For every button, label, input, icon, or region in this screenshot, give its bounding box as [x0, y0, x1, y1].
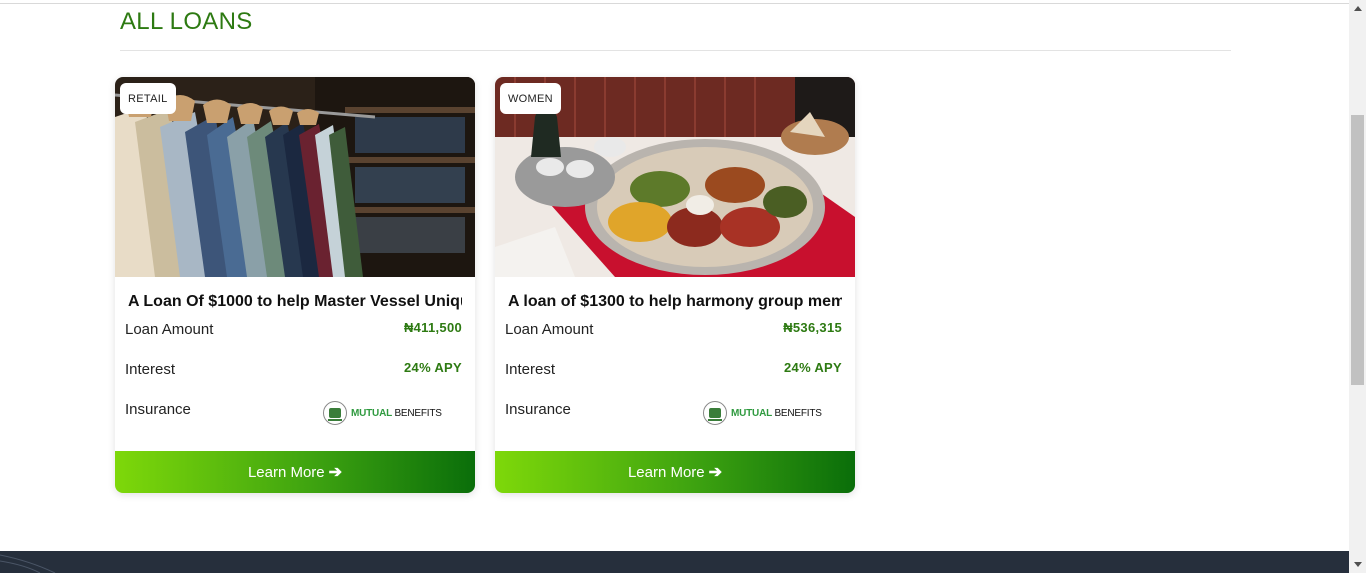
insurance-label: Insurance [505, 401, 571, 418]
arrow-right-icon: ➔ [708, 464, 723, 481]
insurer-name-secondary: BENEFITS [394, 407, 442, 419]
interest-value: 24% APY [784, 360, 842, 375]
section-divider [120, 50, 1231, 51]
vertical-scrollbar[interactable] [1349, 0, 1366, 573]
interest-label: Interest [505, 361, 556, 378]
top-divider [0, 0, 1349, 4]
scrollbar-thumb[interactable] [1351, 115, 1364, 385]
interest-value: 24% APY [404, 360, 462, 375]
learn-more-button[interactable]: Learn More ➔ [495, 451, 855, 493]
insurer-name: MUTUAL BENEFITS [731, 408, 822, 419]
loan-card[interactable]: RETAIL A Loan Of $1000 to help Master Ve… [115, 77, 475, 493]
arrow-right-icon: ➔ [328, 464, 343, 481]
mutual-benefits-emblem-icon [703, 401, 727, 425]
category-tag: WOMEN [500, 83, 561, 114]
insurer-logo: MUTUAL BENEFITS [323, 400, 442, 426]
section-title: ALL LOANS [120, 8, 253, 35]
learn-more-button[interactable]: Learn More ➔ [115, 451, 475, 493]
loan-title[interactable]: A Loan Of $1000 to help Master Vessel Un… [128, 293, 462, 311]
footer [0, 551, 1349, 573]
insurance-label: Insurance [125, 401, 191, 418]
category-tag: RETAIL [120, 83, 176, 114]
insurer-name-secondary: BENEFITS [774, 407, 822, 419]
loan-amount-value: ₦536,315 [783, 320, 842, 335]
learn-more-label: Learn More [627, 463, 705, 481]
footer-decoration [0, 554, 56, 573]
loan-card[interactable]: WOMEN A loan of $1300 to help harmony gr… [495, 77, 855, 493]
insurer-name-primary: MUTUAL [731, 407, 772, 419]
loan-title[interactable]: A loan of $1300 to help harmony group me… [508, 293, 842, 311]
scroll-up-arrow-icon[interactable] [1349, 0, 1366, 17]
learn-more-label: Learn More [247, 463, 325, 481]
loan-amount-label: Loan Amount [125, 321, 214, 338]
interest-label: Interest [125, 361, 176, 378]
insurer-name: MUTUAL BENEFITS [351, 408, 442, 419]
loan-amount-value: ₦411,500 [403, 320, 462, 335]
mutual-benefits-emblem-icon [323, 401, 347, 425]
scroll-down-arrow-icon[interactable] [1349, 556, 1366, 573]
loan-amount-label: Loan Amount [505, 321, 594, 338]
insurer-name-primary: MUTUAL [351, 407, 392, 419]
insurer-logo: MUTUAL BENEFITS [703, 400, 822, 426]
